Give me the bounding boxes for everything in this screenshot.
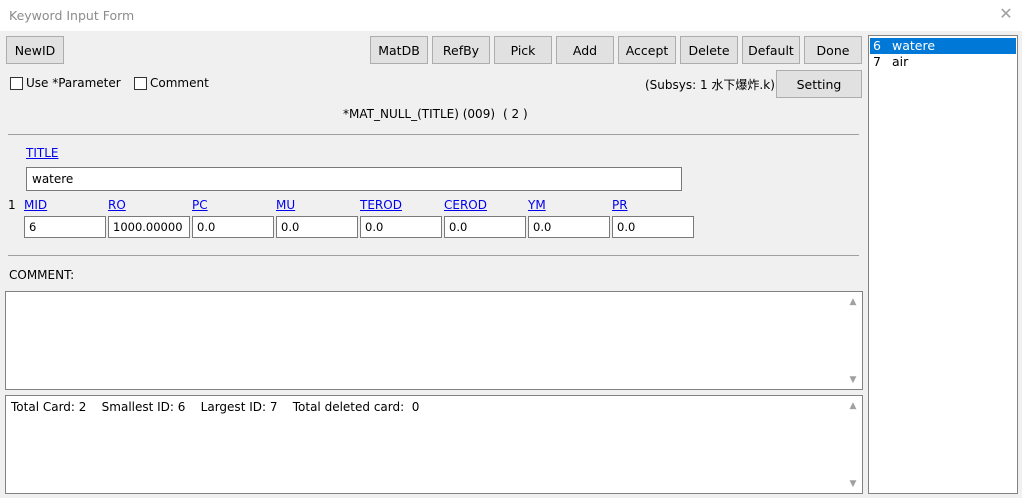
list-item-name: air	[892, 54, 909, 69]
list-item[interactable]: 7 air	[870, 54, 1016, 70]
subsys-label: (Subsys: 1 水下爆炸.k)	[645, 78, 775, 92]
comment-label: COMMENT:	[9, 268, 75, 282]
ym-label[interactable]: YM	[528, 198, 546, 212]
mu-label[interactable]: MU	[276, 198, 295, 212]
pr-input[interactable]: 0.0	[612, 216, 694, 238]
scroll-down-icon[interactable]: ▼	[847, 374, 859, 386]
list-item-name: watere	[892, 38, 936, 53]
pick-button[interactable]: Pick	[494, 36, 552, 64]
ym-input[interactable]: 0.0	[528, 216, 610, 238]
mid-label[interactable]: MID	[24, 198, 47, 212]
close-icon[interactable]: ✕	[998, 5, 1014, 23]
pr-label[interactable]: PR	[612, 198, 628, 212]
mid-input[interactable]: 6	[24, 216, 106, 238]
divider	[8, 134, 859, 135]
title-bar	[0, 0, 1022, 31]
comment-textarea[interactable]: ▲ ▼	[5, 291, 863, 390]
list-item-id: 7	[873, 54, 881, 69]
add-button[interactable]: Add	[556, 36, 614, 64]
ro-label[interactable]: RO	[108, 198, 126, 212]
cerod-input[interactable]: 0.0	[444, 216, 526, 238]
keyword-heading: *MAT_NULL_(TITLE) (009)	[343, 107, 496, 121]
pc-input[interactable]: 0.0	[192, 216, 274, 238]
matdb-button[interactable]: MatDB	[370, 36, 428, 64]
newid-button[interactable]: NewID	[6, 36, 64, 64]
list-item-id: 6	[873, 38, 881, 53]
mu-input[interactable]: 0.0	[276, 216, 358, 238]
window-title: Keyword Input Form	[9, 8, 135, 23]
card-row-number: 1	[8, 198, 16, 212]
pc-label[interactable]: PC	[192, 198, 208, 212]
comment-checkbox-label: Comment	[150, 76, 209, 90]
refby-button[interactable]: RefBy	[432, 36, 490, 64]
summary-text: Total Card: 2 Smallest ID: 6 Largest ID:…	[11, 400, 420, 414]
card-list[interactable]: 6 watere 7 air	[868, 35, 1018, 494]
list-item[interactable]: 6 watere	[870, 38, 1016, 54]
keyword-count: ( 2 )	[503, 107, 528, 121]
divider	[8, 255, 859, 256]
terod-input[interactable]: 0.0	[360, 216, 442, 238]
scroll-down-icon[interactable]: ▼	[847, 478, 859, 490]
done-button[interactable]: Done	[804, 36, 862, 64]
comment-checkbox[interactable]	[134, 77, 147, 90]
title-field-label[interactable]: TITLE	[26, 146, 58, 160]
use-parameter-label: Use *Parameter	[26, 76, 121, 90]
accept-button[interactable]: Accept	[618, 36, 676, 64]
cerod-label[interactable]: CEROD	[444, 198, 487, 212]
summary-textarea[interactable]: Total Card: 2 Smallest ID: 6 Largest ID:…	[5, 395, 863, 494]
setting-button[interactable]: Setting	[776, 70, 862, 98]
use-parameter-checkbox[interactable]	[10, 77, 23, 90]
default-button[interactable]: Default	[742, 36, 800, 64]
title-input[interactable]: watere	[26, 167, 682, 191]
ro-input[interactable]: 1000.00000	[108, 216, 190, 238]
delete-button[interactable]: Delete	[680, 36, 738, 64]
terod-label[interactable]: TEROD	[360, 198, 402, 212]
scroll-up-icon[interactable]: ▲	[847, 400, 859, 412]
scroll-up-icon[interactable]: ▲	[847, 296, 859, 308]
